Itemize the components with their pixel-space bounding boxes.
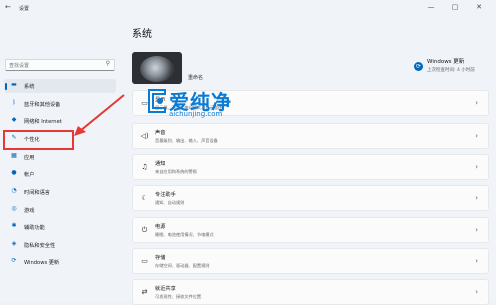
chevron-right-icon: › [475,288,478,296]
moon-icon: ☾ [141,194,148,202]
chevron-right-icon: › [475,257,478,265]
card-subtitle: 可发现性、接收文件位置 [155,294,202,299]
desktop-wallpaper-thumbnail [132,52,182,84]
card-subtitle: 来自应用和系统的警报 [155,169,197,174]
chevron-right-icon: › [475,194,478,202]
card-title: 通知 [155,161,166,167]
settings-card-3[interactable]: ☾ 专注助手通知、自动规则 › [132,185,489,211]
card-subtitle: 睡眠、电池使用情况、节电模式 [155,232,214,237]
main-content: 系统 重命名 ⟳ Windows 更新 上次检查时间: 4 小时前 ▭显示显示器… [122,18,496,305]
chevron-right-icon: › [475,226,478,234]
windows-update-title[interactable]: Windows 更新 [427,57,464,65]
chevron-right-icon: › [475,163,478,171]
settings-card-4[interactable]: ⏻ 电源睡眠、电池使用情况、节电模式 › [132,217,489,243]
chevron-right-icon: › [475,99,478,107]
bell-icon: ♫ [141,163,148,171]
speaker-icon: ◁) [140,132,149,140]
rename-link[interactable]: 重命名 [188,74,203,81]
card-subtitle: 通知、自动规则 [155,200,185,205]
sync-icon: ⟳ [414,62,423,71]
settings-card-5[interactable]: ▭ 存储存储空间、驱动器、配置规则 › [132,248,489,274]
page-title: 系统 [132,29,152,40]
settings-card-1[interactable]: ◁) 声音音量级别、输出、输入、声音设备 › [132,123,489,149]
card-title: 声音 [155,130,166,136]
card-subtitle: 存储空间、驱动器、配置规则 [155,263,210,268]
settings-window: ← 设置 — ▢ ✕ ⚲ ▬系统ᛒ蓝牙和其他设备◆网络和 Internet✎个性… [0,0,496,305]
storage-icon: ▭ [141,257,148,265]
share-icon: ⇄ [141,288,148,296]
card-title: 电源 [155,224,166,230]
windows-update-status: 上次检查时间: 4 小时前 [427,68,475,73]
chevron-right-icon: › [475,132,478,140]
power-icon: ⏻ [141,226,148,234]
card-title: 就近共享 [155,286,176,292]
card-title: 专注助手 [155,192,176,198]
card-subtitle: 音量级别、输出、输入、声音设备 [155,138,218,143]
watermark-url: aichunjing.com [169,110,223,118]
watermark-logo [148,89,166,113]
card-title: 存储 [155,255,166,261]
settings-card-2[interactable]: ♫ 通知来自应用和系统的警报 › [132,154,489,180]
settings-card-6[interactable]: ⇄ 就近共享可发现性、接收文件位置 › [132,279,489,305]
